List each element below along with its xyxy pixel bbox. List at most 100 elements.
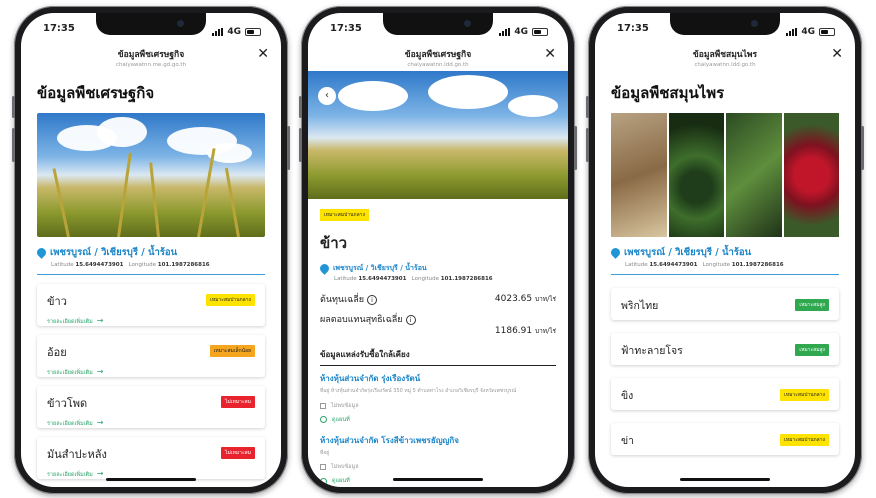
return-value: 1186.91 bbox=[494, 326, 533, 336]
crop-card[interactable]: ข้าวโพด รายละเอียดเพิ่มเติม → ไม่เหมาะสม bbox=[37, 386, 265, 428]
crop-card[interactable]: อ้อย รายละเอียดเพิ่มเติม → เหมาะสมเล็กน้อ… bbox=[37, 335, 265, 377]
status-time: 17:35 bbox=[43, 23, 75, 34]
location-text: เพชรบูรณ์ / วิเชียรบุรี / น้ำร้อน bbox=[624, 247, 752, 258]
herb-card[interactable]: ข่า เหมาะสมปานกลาง bbox=[611, 423, 839, 455]
roselle-photo bbox=[783, 113, 839, 237]
app-screenshots: 17:35 4G ข้อมูลพืชเศรษฐกิจ chaiyawatnn.m… bbox=[0, 0, 876, 498]
return-label: ผลตอบแทนสุทธิเฉลี่ย bbox=[320, 315, 403, 325]
return-row: ผลตอบแทนสุทธิเฉลี่ย i bbox=[308, 306, 568, 326]
notch bbox=[670, 13, 780, 35]
screen: 17:35 4G ข้อมูลพืชเศรษฐกิจ chaiyawatnn.m… bbox=[21, 13, 281, 487]
coordinates: Latitude 15.6494473901 Longitude 101.198… bbox=[308, 274, 568, 282]
signal-icon bbox=[212, 28, 224, 36]
phone-economic-crops: 17:35 4G ข้อมูลพืชเศรษฐกิจ chaiyawatnn.m… bbox=[12, 6, 290, 494]
lat-label: Latitude bbox=[51, 262, 74, 268]
herb-card[interactable]: พริกไทย เหมาะสมสูง bbox=[611, 288, 839, 320]
divider bbox=[611, 274, 839, 275]
page-title: ข้อมูลพืชสมุนไพร bbox=[611, 84, 725, 102]
screen: 17:35 4G ข้อมูลพืชเศรษฐกิจ chaiyawatnn.l… bbox=[308, 13, 568, 487]
cost-unit: บาท/ไร่ bbox=[534, 295, 556, 303]
suitability-badge: เหมาะสมปานกลาง bbox=[206, 294, 255, 306]
nav-title: ข้อมูลพืชเศรษฐกิจ bbox=[117, 50, 185, 60]
suitability-tag: เหมาะสมปานกลาง bbox=[320, 209, 369, 221]
home-indicator bbox=[393, 478, 483, 481]
screen: 17:35 4G ข้อมูลพืชสมุนไพร chaiyawatnn.ld… bbox=[595, 13, 855, 487]
nav-title: ข้อมูลพืชสมุนไพร bbox=[692, 50, 758, 60]
pepper-photo bbox=[668, 113, 724, 237]
shop-address: ที่อยู่ ห้างหุ้นส่วนจำกัดรุ่งเรืองรัตน์ … bbox=[320, 388, 517, 394]
arrow-right-icon: → bbox=[96, 418, 104, 427]
close-icon[interactable]: ✕ bbox=[831, 47, 843, 61]
details-link[interactable]: รายละเอียดเพิ่มเติม → bbox=[47, 316, 255, 326]
herb-card[interactable]: ขิง เหมาะสมปานกลาง bbox=[611, 378, 839, 410]
bitter-gourd-photo bbox=[726, 113, 782, 237]
lng-label: Longitude bbox=[702, 262, 731, 268]
notch bbox=[96, 13, 206, 35]
network-label: 4G bbox=[514, 27, 528, 37]
shop-item: ห้างหุ้นส่วนจำกัด รุ่งเรืองรัตน์ ที่อยู่… bbox=[308, 366, 568, 424]
page-title: ข้อมูลพืชเศรษฐกิจ bbox=[37, 84, 155, 102]
nav-header: ข้อมูลพืชสมุนไพร chaiyawatnn.ldd.go.th ✕ bbox=[595, 41, 855, 71]
home-indicator bbox=[106, 478, 196, 481]
close-icon[interactable]: ✕ bbox=[544, 47, 556, 61]
crop-card[interactable]: ข้าว รายละเอียดเพิ่มเติม → เหมาะสมปานกลาง bbox=[37, 284, 265, 326]
map-pin-icon bbox=[320, 416, 327, 423]
crop-list: ข้าว รายละเอียดเพิ่มเติม → เหมาะสมปานกลาง… bbox=[21, 284, 281, 479]
battery-icon bbox=[532, 28, 548, 36]
phone-herbs: 17:35 4G ข้อมูลพืชสมุนไพร chaiyawatnn.ld… bbox=[586, 6, 864, 494]
lat-value: 15.6494473901 bbox=[75, 262, 124, 268]
rice-field-image: ‹ bbox=[308, 71, 568, 199]
herb-card[interactable]: ฟ้าทะลายโจร เหมาะสมสูง bbox=[611, 333, 839, 365]
suitability-badge: เหมาะสมสูง bbox=[795, 299, 829, 311]
suitability-badge: เหมาะสมปานกลาง bbox=[780, 434, 829, 446]
crop-card[interactable]: มันสำปะหลัง รายละเอียดเพิ่มเติม → ไม่เหมา… bbox=[37, 437, 265, 479]
shop-name[interactable]: ห้างหุ้นส่วนจำกัด โรงสีข้าวเพชรธัญญกิจ bbox=[320, 434, 556, 447]
coordinates: Latitude 15.6494473901 Longitude 101.198… bbox=[21, 260, 281, 268]
suitability-badge: ไม่เหมาะสม bbox=[221, 396, 255, 408]
nav-header: ข้อมูลพืชเศรษฐกิจ chaiyawatnn.me.gd.go.t… bbox=[21, 41, 281, 71]
lat-label: Latitude bbox=[625, 262, 648, 268]
shop-address: ที่อยู่ bbox=[320, 449, 330, 456]
details-link[interactable]: รายละเอียดเพิ่มเติม → bbox=[47, 418, 255, 428]
close-icon[interactable]: ✕ bbox=[257, 47, 269, 61]
crop-title: ข้าว bbox=[320, 234, 348, 252]
signal-icon bbox=[499, 28, 511, 36]
info-icon[interactable]: i bbox=[405, 315, 416, 325]
location-row: เพชรบูรณ์ / วิเชียรบุรี / น้ำร้อน bbox=[595, 237, 855, 260]
location-row: เพชรบูรณ์ / วิเชียรบุรี / น้ำร้อน bbox=[308, 255, 568, 275]
lng-label: Longitude bbox=[128, 262, 157, 268]
battery-icon bbox=[245, 28, 261, 36]
phone-icon bbox=[320, 402, 326, 409]
lng-value: 101.1987286816 bbox=[731, 262, 784, 268]
network-label: 4G bbox=[801, 27, 815, 37]
lng-value: 101.1987286816 bbox=[440, 276, 493, 282]
return-unit: บาท/ไร่ bbox=[534, 327, 556, 335]
section-heading: ข้อมูลแหล่งรับซื้อใกล้เคียง bbox=[320, 336, 556, 366]
location-text: เพชรบูรณ์ / วิเชียรบุรี / น้ำร้อน bbox=[333, 264, 427, 272]
lat-value: 15.6494473901 bbox=[358, 276, 407, 282]
lat-value: 15.6494473901 bbox=[649, 262, 698, 268]
lng-value: 101.1987286816 bbox=[157, 262, 210, 268]
lat-label: Latitude bbox=[334, 276, 357, 282]
nav-subtitle: chaiyawatnn.ldd.go.th bbox=[407, 62, 469, 68]
info-icon[interactable]: i bbox=[367, 295, 378, 305]
cost-value: 4023.65 bbox=[494, 294, 533, 304]
arrow-right-icon: → bbox=[96, 469, 104, 478]
home-indicator bbox=[680, 478, 770, 481]
divider bbox=[37, 274, 265, 275]
shop-phone: ไม่พบข้อมูล bbox=[320, 463, 556, 471]
map-pin-icon bbox=[320, 477, 327, 485]
arrow-right-icon: → bbox=[96, 316, 104, 325]
arrow-right-icon: → bbox=[96, 367, 104, 376]
details-link[interactable]: รายละเอียดเพิ่มเติม → bbox=[47, 367, 255, 377]
suitability-badge: ไม่เหมาะสม bbox=[221, 447, 255, 459]
shop-map-link[interactable]: ดูแผนที่ bbox=[320, 416, 556, 424]
coordinates: Latitude 15.6494473901 Longitude 101.198… bbox=[595, 260, 855, 268]
nav-subtitle: chaiyawatnn.ldd.go.th bbox=[694, 62, 756, 68]
location-pin-icon bbox=[318, 262, 331, 275]
nav-header: ข้อมูลพืชเศรษฐกิจ chaiyawatnn.ldd.go.th … bbox=[308, 41, 568, 71]
shop-name[interactable]: ห้างหุ้นส่วนจำกัด รุ่งเรืองรัตน์ bbox=[320, 372, 556, 385]
battery-icon bbox=[819, 28, 835, 36]
back-button[interactable]: ‹ bbox=[318, 87, 336, 105]
nav-title: ข้อมูลพืชเศรษฐกิจ bbox=[404, 50, 472, 60]
